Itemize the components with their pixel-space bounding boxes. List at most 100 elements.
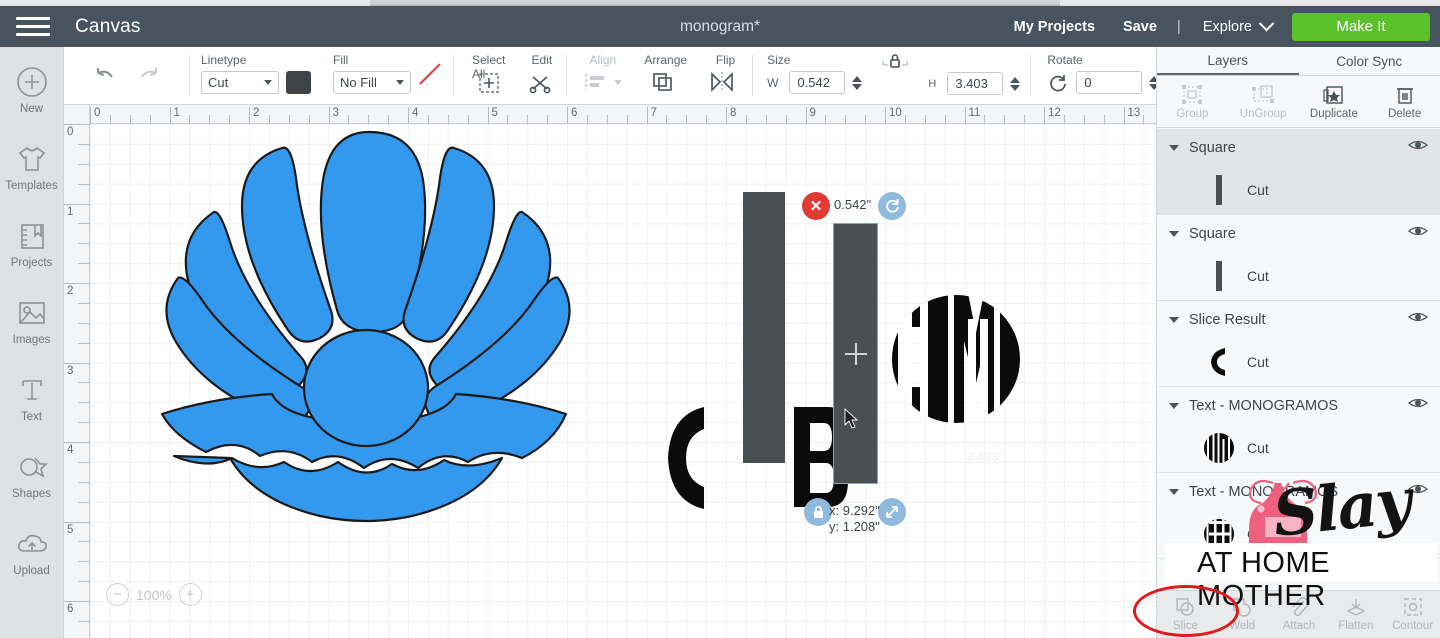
flip-group: Flip xyxy=(698,47,754,104)
layer-row[interactable]: Cut xyxy=(1157,510,1440,558)
rotate-icon[interactable] xyxy=(1047,73,1069,93)
align-group: Align xyxy=(567,47,633,104)
make-it-button[interactable]: Make It xyxy=(1292,12,1430,41)
attach-button[interactable]: Attach xyxy=(1271,591,1328,638)
ruler-label: 4 xyxy=(412,107,419,119)
ruler-minor-tick xyxy=(78,183,90,185)
trash-icon xyxy=(1396,87,1413,104)
ruler-minor-tick xyxy=(586,115,588,124)
layer-row[interactable]: Cut xyxy=(1157,166,1440,214)
height-stepper[interactable] xyxy=(1010,76,1021,91)
eye-icon[interactable] xyxy=(1407,310,1429,329)
layers-list[interactable]: Square Cut Square Cut Slice Result Cut T… xyxy=(1157,129,1440,590)
hamburger-icon[interactable] xyxy=(16,12,50,41)
width-stepper[interactable] xyxy=(852,75,863,90)
rail-item-projects[interactable]: Projects xyxy=(0,217,63,269)
layer-header[interactable]: Text - MONOGRAMOS xyxy=(1157,473,1440,510)
aspect-lock-toggle[interactable] xyxy=(873,47,917,104)
seashell-graphic[interactable] xyxy=(154,120,574,530)
ruler-minor-tick xyxy=(78,243,90,245)
fill-select[interactable]: No Fill xyxy=(333,71,411,94)
monogram-circle[interactable] xyxy=(890,293,1022,425)
linetype-group: Linetype Cut xyxy=(190,47,322,104)
layer-header[interactable]: Text - MONOGRAMOS xyxy=(1157,387,1440,424)
layer-row[interactable]: Cut xyxy=(1157,424,1440,472)
layer-group-square-1[interactable]: Square Cut xyxy=(1157,129,1440,215)
layer-group-square-2[interactable]: Square Cut xyxy=(1157,215,1440,301)
chevron-down-icon[interactable] xyxy=(1169,144,1179,151)
ruler-minor-tick xyxy=(78,422,90,424)
no-fill-swatch[interactable] xyxy=(418,71,443,94)
ruler-label: 0 xyxy=(94,107,101,119)
rail-label-upload: Upload xyxy=(13,565,50,577)
linetype-color-swatch[interactable] xyxy=(286,71,311,94)
rail-item-upload[interactable]: Upload xyxy=(0,525,63,577)
eye-icon[interactable] xyxy=(1407,396,1429,415)
minus-circle-icon[interactable]: − xyxy=(106,583,129,606)
height-input[interactable]: 3.403 xyxy=(947,72,1004,95)
right-panel: Layers Color Sync Group UnGroup Duplicat… xyxy=(1156,47,1440,638)
ruler-tick xyxy=(646,107,648,124)
rail-item-new[interactable]: New xyxy=(0,63,63,115)
chevron-down-icon[interactable] xyxy=(1169,230,1179,237)
delete-button[interactable]: Delete xyxy=(1369,76,1440,127)
group-button[interactable]: Group xyxy=(1157,76,1228,127)
ruler-label: 8 xyxy=(730,107,737,119)
redo-icon[interactable] xyxy=(135,64,165,88)
paperclip-icon xyxy=(1292,597,1309,616)
lock-handle[interactable] xyxy=(804,498,832,526)
layers-icon[interactable] xyxy=(651,71,675,93)
ruler-minor-tick xyxy=(78,143,90,145)
chevron-down-icon[interactable] xyxy=(1169,488,1179,495)
rect-left[interactable] xyxy=(743,192,785,463)
eye-icon[interactable] xyxy=(1407,224,1429,243)
resize-handle[interactable] xyxy=(878,498,906,526)
flip-horizontal-icon[interactable] xyxy=(709,71,737,93)
layer-linetype: Cut xyxy=(1247,440,1269,456)
rail-item-templates[interactable]: Templates xyxy=(0,140,63,192)
my-projects-link[interactable]: My Projects xyxy=(1000,19,1109,35)
layer-group-text-monogramos-1[interactable]: Text - MONOGRAMOS Cut xyxy=(1157,387,1440,473)
undo-icon[interactable] xyxy=(89,64,119,88)
delete-selection-button[interactable]: ✕ xyxy=(802,192,830,220)
ruler-minor-tick xyxy=(78,163,90,165)
linetype-select[interactable]: Cut xyxy=(201,71,279,94)
flatten-button[interactable]: Flatten xyxy=(1327,591,1384,638)
save-button[interactable]: Save xyxy=(1109,19,1171,35)
layer-header[interactable]: Square xyxy=(1157,215,1440,252)
tab-color-sync[interactable]: Color Sync xyxy=(1299,47,1440,75)
design-canvas[interactable]: 3.403" ✕ 0.542" x: 9.292" y: 1.208" 0123… xyxy=(64,105,1156,638)
layer-group-slice-result[interactable]: Slice Result Cut xyxy=(1157,301,1440,387)
layer-header[interactable]: Square xyxy=(1157,129,1440,166)
layer-row[interactable]: Cut xyxy=(1157,252,1440,300)
contour-button[interactable]: Contour xyxy=(1384,591,1440,638)
ungroup-button[interactable]: UnGroup xyxy=(1228,76,1299,127)
group-label: Group xyxy=(1176,107,1209,120)
ruler-minor-tick xyxy=(904,115,906,124)
duplicate-button[interactable]: Duplicate xyxy=(1299,76,1370,127)
header-separator: | xyxy=(1176,18,1181,35)
letter-c-slice[interactable] xyxy=(660,405,720,511)
plus-circle-icon[interactable]: + xyxy=(178,583,202,606)
rotate-input[interactable]: 0 xyxy=(1076,71,1143,94)
ruler-minor-tick xyxy=(78,620,90,622)
chevron-down-icon[interactable] xyxy=(1169,316,1179,323)
slice-button[interactable]: Slice xyxy=(1157,591,1214,638)
rotate-handle[interactable] xyxy=(878,192,906,220)
weld-button[interactable]: Weld xyxy=(1214,591,1271,638)
explore-machine-selector[interactable]: Explore xyxy=(1187,15,1286,35)
scissors-pencil-icon[interactable] xyxy=(527,71,553,95)
rail-item-shapes[interactable]: Shapes xyxy=(0,448,63,500)
layer-group-text-monogramos-2[interactable]: Text - MONOGRAMOS Cut xyxy=(1157,473,1440,559)
marquee-plus-icon[interactable] xyxy=(476,71,502,95)
slice-icon xyxy=(1176,598,1195,616)
layer-row[interactable]: Cut xyxy=(1157,338,1440,386)
chevron-down-icon[interactable] xyxy=(1169,402,1179,409)
width-input[interactable]: 0.542 xyxy=(789,71,846,94)
layer-header[interactable]: Slice Result xyxy=(1157,301,1440,338)
eye-icon[interactable] xyxy=(1407,138,1429,157)
rail-item-text[interactable]: Text xyxy=(0,371,63,423)
rail-item-images[interactable]: Images xyxy=(0,294,63,346)
eye-icon[interactable] xyxy=(1407,482,1429,501)
tab-layers[interactable]: Layers xyxy=(1157,47,1299,75)
